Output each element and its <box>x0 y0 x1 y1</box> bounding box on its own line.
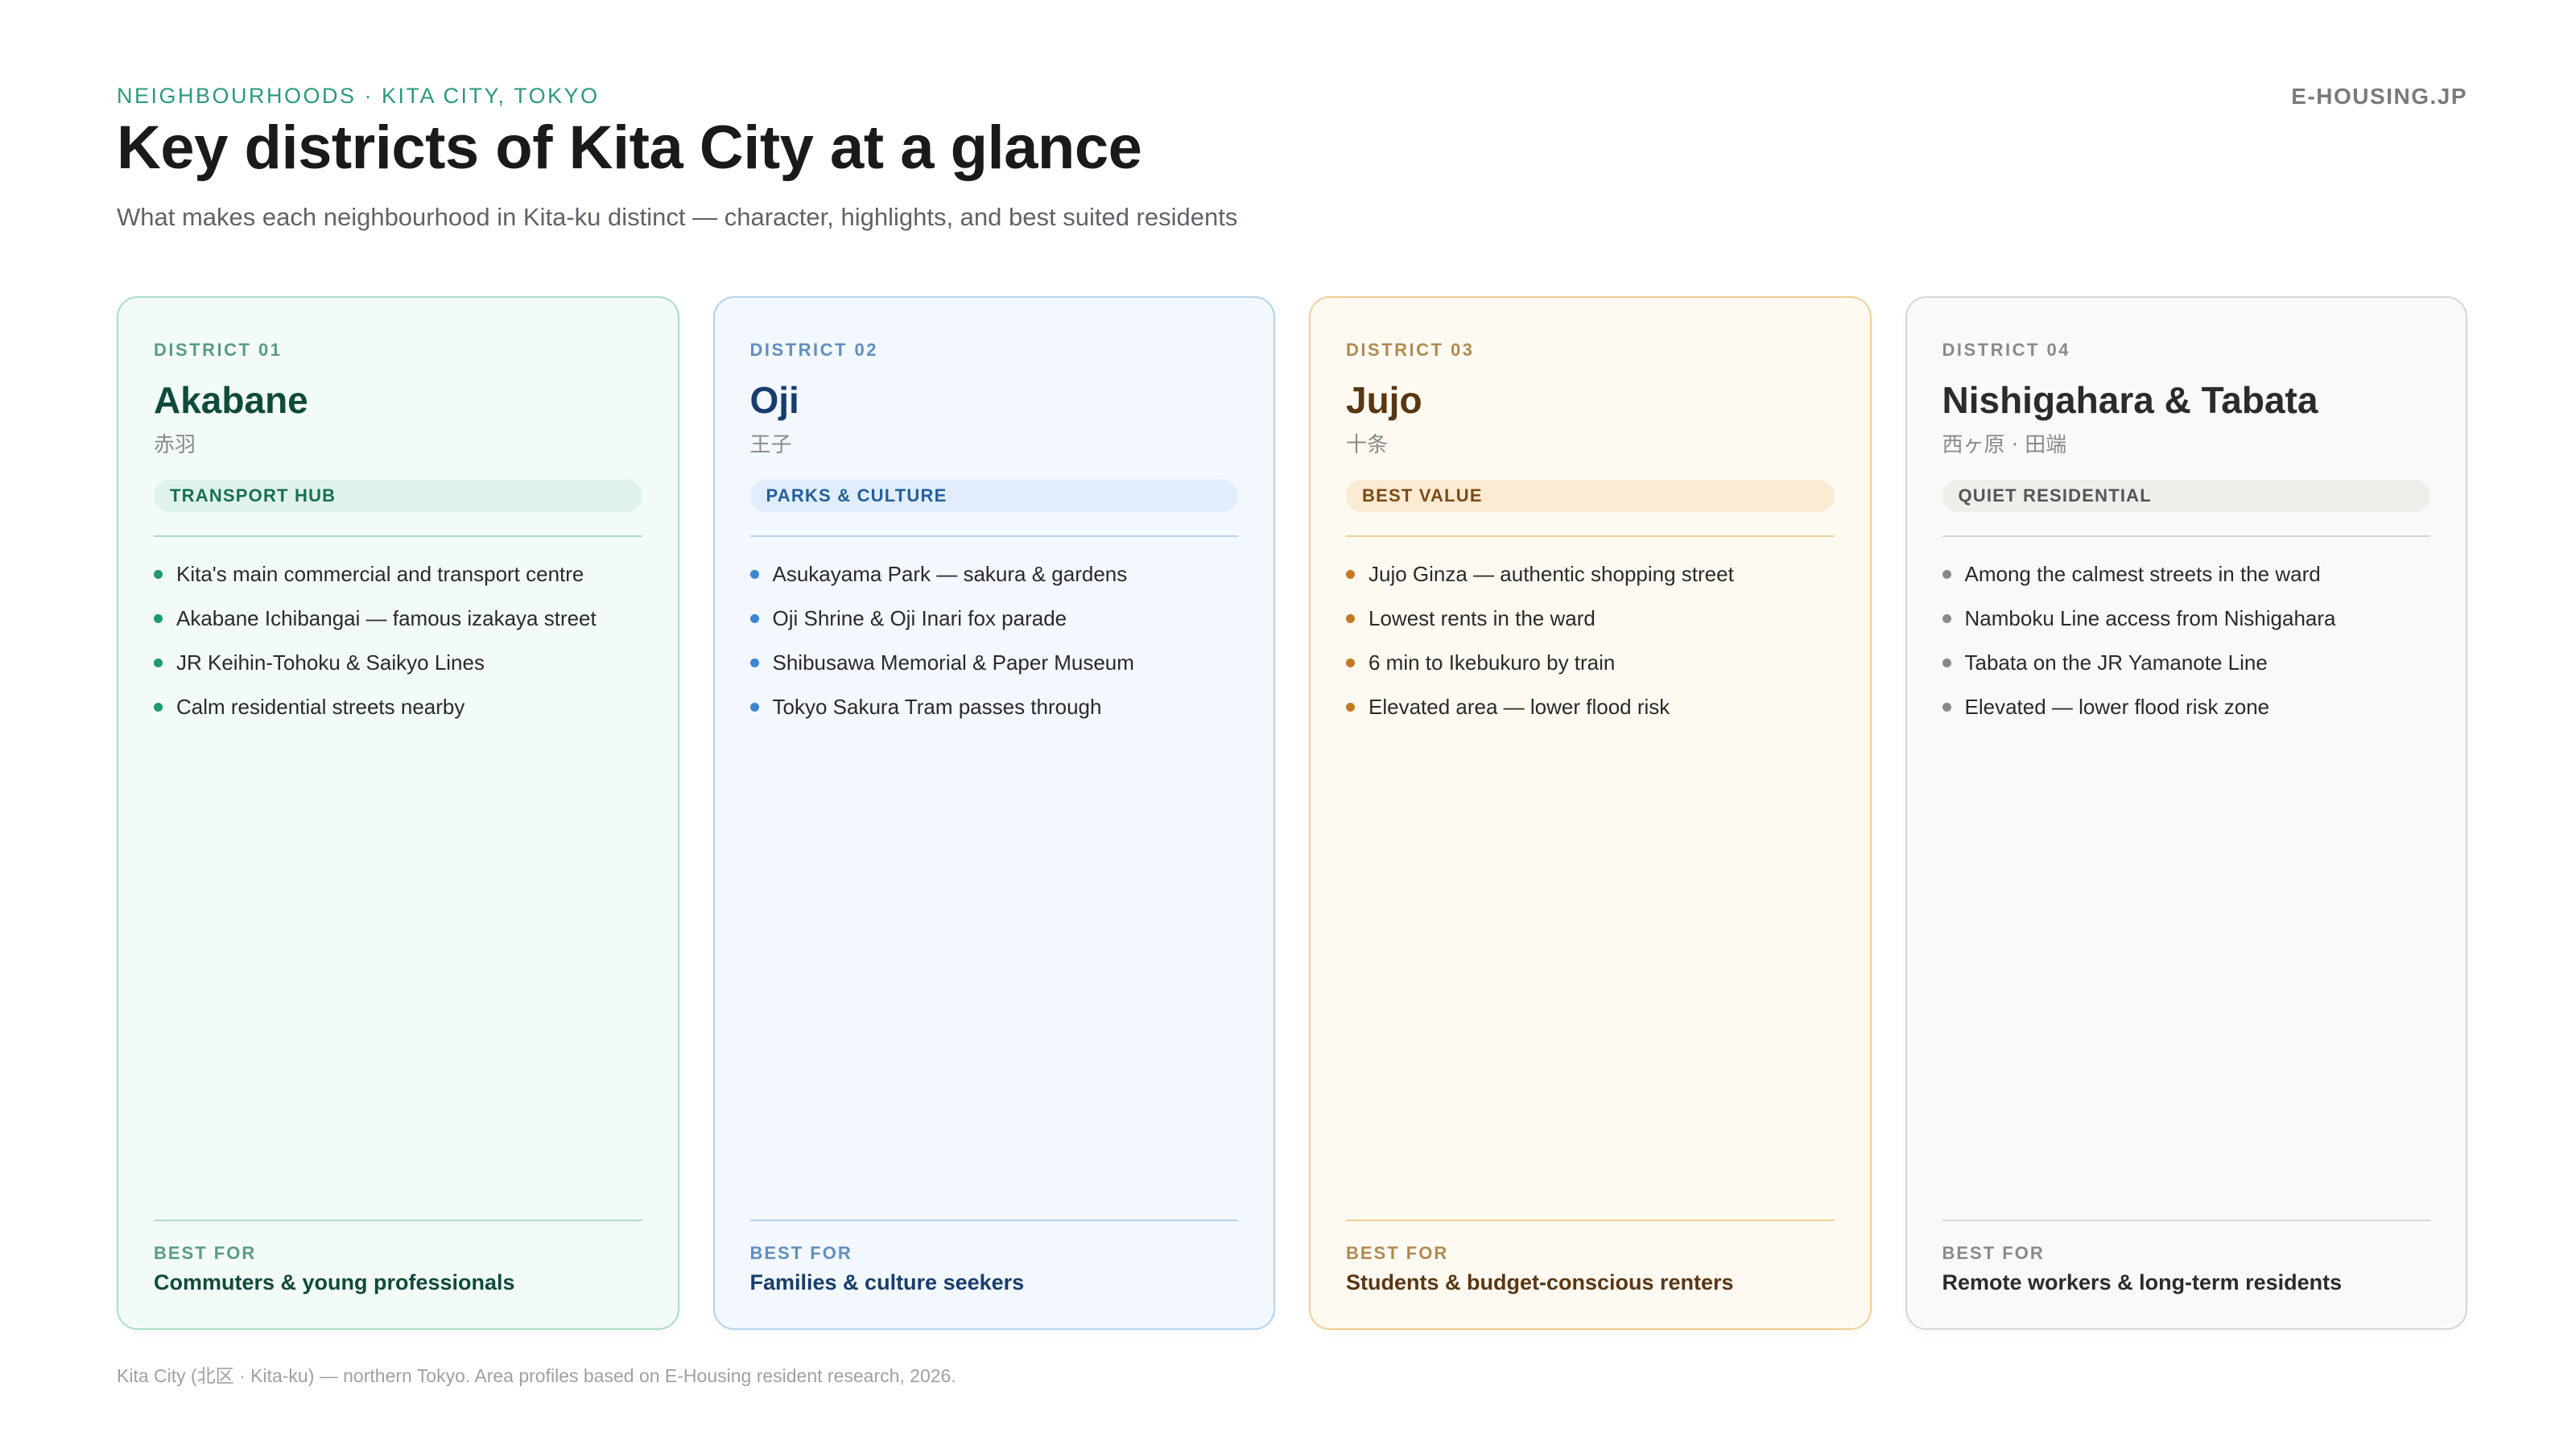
highlight-item: Tabata on the JR Yamanote Line <box>1942 648 2431 692</box>
footer-note: Kita City (北区 · Kita-ku) — northern Toky… <box>117 1365 956 1386</box>
bullet-icon <box>154 570 163 579</box>
highlight-item: Jujo Ginza — authentic shopping street <box>1346 559 1835 604</box>
divider <box>1346 535 1835 537</box>
highlight-text: Oji Shrine & Oji Inari fox parade <box>772 606 1067 630</box>
bullet-icon <box>749 658 759 667</box>
best-for-value: Families & culture seekers <box>749 1270 1025 1294</box>
bullet-icon <box>1346 703 1355 712</box>
highlight-item: Elevated area — lower flood risk <box>1346 692 1835 737</box>
divider <box>749 1220 1238 1221</box>
bullet-icon <box>1346 658 1355 667</box>
divider <box>1346 1220 1835 1221</box>
bullet-icon <box>749 570 759 579</box>
bullet-icon <box>1346 614 1355 623</box>
divider <box>1942 1220 2430 1221</box>
highlight-text: Tabata on the JR Yamanote Line <box>1964 650 2268 675</box>
bullet-icon <box>1942 703 1951 712</box>
page-title: Key districts of Kita City at a glance <box>117 114 1142 182</box>
highlight-text: JR Keihin-Tohoku & Saikyo Lines <box>176 650 485 675</box>
highlight-item: Shibusawa Memorial & Paper Museum <box>749 648 1239 692</box>
highlights-list: Among the calmest streets in the ward Na… <box>1942 559 2431 737</box>
divider <box>749 535 1238 537</box>
district-japanese-name: 赤羽 <box>154 433 196 457</box>
bullet-icon <box>1942 658 1951 667</box>
highlight-item: Namboku Line access from Nishigahara <box>1942 604 2431 648</box>
district-card-oji: DISTRICT 02 Oji 王子 PARKS & CULTURE Asuka… <box>712 296 1275 1330</box>
district-tag-badge: TRANSPORT HUB <box>154 480 642 512</box>
district-name: Jujo <box>1346 379 1422 421</box>
brand-logo[interactable]: E-HOUSING.JP <box>2291 84 2467 109</box>
district-card-jujo: DISTRICT 03 Jujo 十条 BEST VALUE Jujo Ginz… <box>1309 296 1872 1330</box>
highlight-text: Elevated — lower flood risk zone <box>1964 695 2270 719</box>
highlights-list: Jujo Ginza — authentic shopping street L… <box>1346 559 1835 737</box>
highlight-text: Elevated area — lower flood risk <box>1368 695 1670 719</box>
best-for-value: Students & budget-conscious renters <box>1346 1270 1734 1294</box>
highlight-text: Among the calmest streets in the ward <box>1964 562 2321 586</box>
section-eyebrow: NEIGHBOURHOODS · KITA CITY, TOKYO <box>117 84 600 108</box>
divider <box>154 535 642 537</box>
highlight-item: Among the calmest streets in the ward <box>1942 559 2431 604</box>
highlight-item: JR Keihin-Tohoku & Saikyo Lines <box>154 648 642 692</box>
highlight-item: Lowest rents in the ward <box>1346 604 1835 648</box>
highlight-text: Calm residential streets nearby <box>176 695 465 719</box>
district-cards: DISTRICT 01 Akabane 赤羽 TRANSPORT HUB Kit… <box>117 296 2467 1330</box>
highlight-item: Tokyo Sakura Tram passes through <box>749 692 1239 737</box>
best-for-value: Remote workers & long-term residents <box>1942 1270 2343 1294</box>
best-for-value: Commuters & young professionals <box>154 1270 515 1294</box>
highlight-text: Akabane Ichibangai — famous izakaya stre… <box>176 606 597 630</box>
page-subtitle: What makes each neighbourhood in Kita-ku… <box>117 203 1238 231</box>
highlight-text: Tokyo Sakura Tram passes through <box>772 695 1102 719</box>
highlight-text: Jujo Ginza — authentic shopping street <box>1368 562 1734 586</box>
district-card-nishigahara-tabata: DISTRICT 04 Nishigahara & Tabata 西ヶ原 · 田… <box>1905 296 2467 1330</box>
highlight-text: 6 min to Ikebukuro by train <box>1368 650 1616 675</box>
highlight-text: Namboku Line access from Nishigahara <box>1964 606 2336 630</box>
highlight-item: Elevated — lower flood risk zone <box>1942 692 2431 737</box>
district-tag-badge: PARKS & CULTURE <box>749 480 1238 512</box>
highlight-text: Lowest rents in the ward <box>1368 606 1596 630</box>
district-name: Nishigahara & Tabata <box>1942 379 2318 421</box>
highlights-list: Asukayama Park — sakura & gardens Oji Sh… <box>749 559 1239 737</box>
bullet-icon <box>749 703 759 712</box>
district-japanese-name: 王子 <box>749 433 792 457</box>
district-japanese-name: 西ヶ原 · 田端 <box>1942 433 2067 457</box>
district-name: Oji <box>749 379 799 421</box>
bullet-icon <box>1942 614 1951 623</box>
best-for-label: BEST FOR <box>749 1243 852 1263</box>
highlight-item: Kita's main commercial and transport cen… <box>154 559 642 604</box>
best-for-label: BEST FOR <box>154 1243 257 1263</box>
district-japanese-name: 十条 <box>1346 433 1389 457</box>
bullet-icon <box>154 703 163 712</box>
best-for-label: BEST FOR <box>1942 1243 2045 1263</box>
district-card-akabane: DISTRICT 01 Akabane 赤羽 TRANSPORT HUB Kit… <box>117 296 679 1330</box>
highlight-text: Kita's main commercial and transport cen… <box>176 562 584 586</box>
bullet-icon <box>1346 570 1355 579</box>
district-tag-badge: BEST VALUE <box>1346 480 1835 512</box>
bullet-icon <box>154 614 163 623</box>
district-number: DISTRICT 04 <box>1942 340 2071 360</box>
highlight-text: Shibusawa Memorial & Paper Museum <box>772 650 1134 675</box>
page: NEIGHBOURHOODS · KITA CITY, TOKYO E-HOUS… <box>117 0 2467 1449</box>
district-tag-badge: QUIET RESIDENTIAL <box>1942 480 2430 512</box>
divider <box>154 1220 642 1221</box>
highlight-item: Calm residential streets nearby <box>154 692 642 737</box>
district-number: DISTRICT 01 <box>154 340 283 360</box>
bullet-icon <box>154 658 163 667</box>
bullet-icon <box>749 614 759 623</box>
highlight-item: Asukayama Park — sakura & gardens <box>749 559 1239 604</box>
bullet-icon <box>1942 570 1951 579</box>
highlight-text: Asukayama Park — sakura & gardens <box>772 562 1128 586</box>
highlights-list: Kita's main commercial and transport cen… <box>154 559 642 737</box>
divider <box>1942 535 2430 537</box>
district-name: Akabane <box>154 379 308 421</box>
highlight-item: Akabane Ichibangai — famous izakaya stre… <box>154 604 642 648</box>
highlight-item: 6 min to Ikebukuro by train <box>1346 648 1835 692</box>
district-number: DISTRICT 02 <box>749 340 879 360</box>
highlight-item: Oji Shrine & Oji Inari fox parade <box>749 604 1239 648</box>
best-for-label: BEST FOR <box>1346 1243 1449 1263</box>
district-number: DISTRICT 03 <box>1346 340 1475 360</box>
